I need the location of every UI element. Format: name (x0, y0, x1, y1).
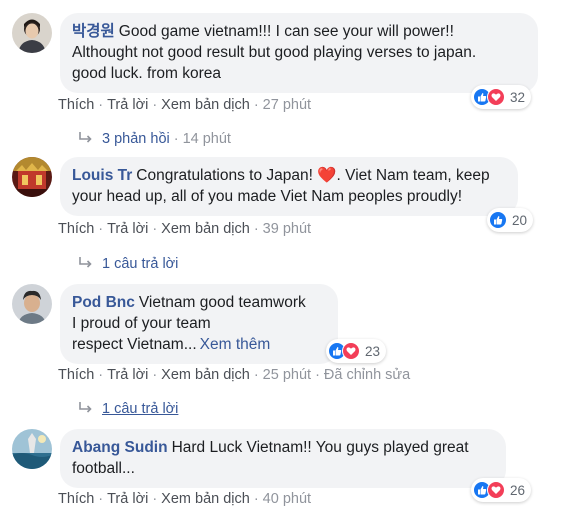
comment-author[interactable]: Abang Sudin (72, 439, 168, 456)
replies-count[interactable]: 1 câu trả lời (102, 256, 178, 272)
like-link[interactable]: Thích (58, 367, 94, 383)
reaction-summary[interactable]: 23 (326, 339, 387, 363)
comment-time[interactable]: 39 phút (263, 221, 311, 237)
edited-label[interactable]: Đã chỉnh sửa (324, 367, 410, 383)
reaction-summary[interactable]: 26 (471, 478, 532, 502)
love-reaction-icon (342, 342, 360, 360)
view-replies-link[interactable]: 3 phản hồi · 14 phút (78, 131, 231, 147)
comment-author[interactable]: Pod Bnc (72, 294, 135, 311)
comment-bubble: Abang Sudin Hard Luck Vietnam!! You guys … (60, 429, 506, 488)
replies-count[interactable]: 3 phản hồi (102, 131, 170, 147)
comment-text: respect Vietnam... (72, 336, 197, 353)
translate-link[interactable]: Xem bản dịch (161, 367, 250, 383)
comment-text: Vietnam good teamwork (138, 294, 306, 311)
avatar[interactable] (12, 157, 52, 197)
comment-text: Good game vietnam!!! I can see your will… (118, 23, 454, 40)
reply-time: 14 phút (182, 131, 231, 147)
reply-link[interactable]: Trả lời (107, 367, 148, 383)
reaction-count: 23 (365, 343, 381, 359)
comment-time[interactable]: 25 phút (263, 367, 311, 383)
comment-author[interactable]: Louis Tr (72, 167, 132, 184)
comment-text: good luck. from korea (72, 65, 222, 82)
comment-actions: Thích · Trả lời · Xem bản dịch · 39 phút (58, 221, 312, 237)
comment-time[interactable]: 27 phút (263, 97, 311, 113)
reaction-count: 20 (512, 212, 528, 228)
comment-actions: Thích · Trả lời · Xem bản dịch · 40 phút (58, 491, 312, 507)
reply-arrow-icon (79, 402, 92, 413)
comment-text: I proud of your team (72, 315, 211, 332)
comment-author[interactable]: 박경원 (72, 23, 115, 40)
view-replies-link[interactable]: 1 câu trả lời (78, 401, 178, 417)
avatar[interactable] (12, 429, 52, 469)
see-more-link[interactable]: Xem thêm (200, 336, 271, 353)
reply-arrow-icon (79, 132, 92, 143)
like-reaction-icon (489, 211, 507, 229)
reaction-count: 32 (510, 89, 526, 105)
reply-link[interactable]: Trả lời (107, 221, 148, 237)
comment-text: your head up, all of you made Viet Nam p… (72, 188, 463, 205)
reaction-summary[interactable]: 32 (471, 85, 532, 109)
translate-link[interactable]: Xem bản dịch (161, 97, 250, 113)
love-reaction-icon (487, 88, 505, 106)
reaction-count: 26 (510, 482, 526, 498)
comment-bubble: Pod Bnc Vietnam good teamwork I proud of … (60, 284, 338, 364)
comment-actions: Thích · Trả lời · Xem bản dịch · 25 phút · Đã ch… (58, 367, 411, 383)
comment-text: Althought not good result but good playi… (72, 44, 477, 61)
reply-link[interactable]: Trả lời (107, 97, 148, 113)
comment-text: football... (72, 460, 135, 477)
view-replies-link[interactable]: 1 câu trả lời (78, 256, 178, 272)
like-link[interactable]: Thích (58, 221, 94, 237)
like-link[interactable]: Thích (58, 97, 94, 113)
reaction-summary[interactable]: 20 (487, 208, 534, 232)
comment-bubble: 박경원 Good game vietnam!!! I can see your w… (60, 13, 538, 93)
reply-link[interactable]: Trả lời (107, 491, 148, 507)
comment-text: Congratulations to Japan! ❤️. Viet Nam t… (136, 167, 490, 184)
comment-time[interactable]: 40 phút (263, 491, 311, 507)
comment-actions: Thích · Trả lời · Xem bản dịch · 27 phút (58, 97, 312, 113)
avatar[interactable] (12, 13, 52, 53)
like-link[interactable]: Thích (58, 491, 94, 507)
replies-count[interactable]: 1 câu trả lời (102, 401, 178, 417)
comment-text: Hard Luck Vietnam!! You guys played grea… (171, 439, 469, 456)
reply-arrow-icon (79, 257, 92, 268)
translate-link[interactable]: Xem bản dịch (161, 491, 250, 507)
avatar[interactable] (12, 284, 52, 324)
comment-bubble: Louis Tr Congratulations to Japan! ❤️. Vi… (60, 157, 518, 216)
translate-link[interactable]: Xem bản dịch (161, 221, 250, 237)
love-reaction-icon (487, 481, 505, 499)
